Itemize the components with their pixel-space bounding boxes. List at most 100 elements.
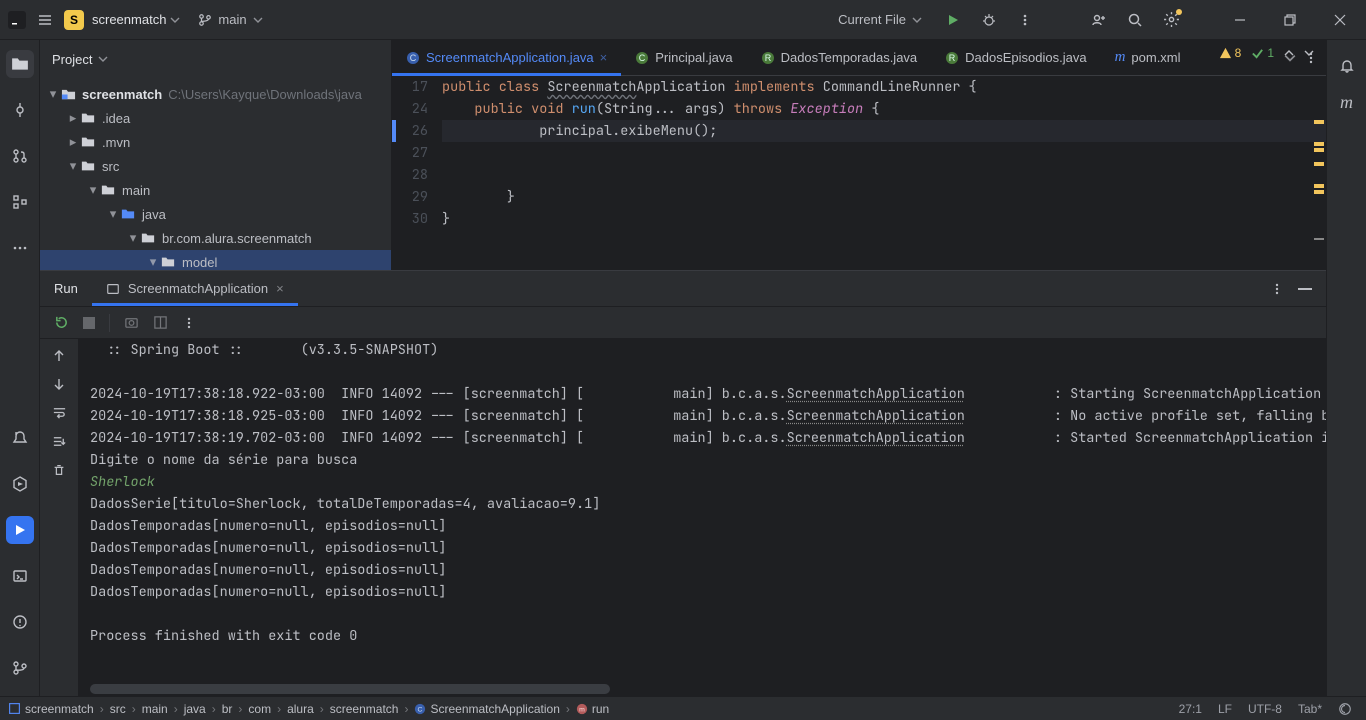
editor-tab[interactable]: R DadosTemporadas.java: [747, 40, 932, 75]
editor-tab[interactable]: C ScreenmatchApplication.java ×: [392, 40, 621, 75]
pull-requests-tool-button[interactable]: [6, 142, 34, 170]
close-tab-icon[interactable]: ×: [600, 50, 608, 65]
scroll-down-button[interactable]: [52, 377, 66, 391]
run-config-label: Current File: [838, 12, 906, 27]
tree-node[interactable]: ▾br.com.alura.screenmatch: [40, 226, 391, 250]
run-config-selector[interactable]: Current File: [832, 10, 928, 29]
right-tool-strip: m: [1326, 40, 1366, 696]
main-menu-button[interactable]: [34, 9, 56, 31]
project-panel-header[interactable]: Project: [40, 40, 391, 78]
scroll-to-end-button[interactable]: [52, 434, 67, 449]
svg-text:C: C: [639, 53, 646, 63]
scroll-up-button[interactable]: [52, 349, 66, 363]
caret-position[interactable]: 27:1: [1179, 702, 1202, 716]
editor-tabs: C ScreenmatchApplication.java × C Princi…: [392, 40, 1326, 76]
tree-label: .mvn: [102, 135, 130, 150]
search-button[interactable]: [1124, 9, 1146, 31]
run-button[interactable]: [942, 9, 964, 31]
editor-tab[interactable]: C Principal.java: [621, 40, 746, 75]
window-minimize-button[interactable]: [1222, 4, 1258, 36]
navigation-bar[interactable]: screenmatch ›src ›main ›java ›br ›com ›a…: [0, 702, 609, 716]
stop-button[interactable]: [83, 317, 95, 329]
more-actions-button[interactable]: [1014, 9, 1036, 31]
tree-node[interactable]: ▾java: [40, 202, 391, 226]
error-stripe[interactable]: [1312, 112, 1326, 270]
tree-node[interactable]: ▸.mvn: [40, 130, 391, 154]
tree-node[interactable]: ▸.idea: [40, 106, 391, 130]
run-more-button[interactable]: [1266, 278, 1288, 300]
crumb-label[interactable]: alura: [287, 702, 314, 716]
line-separator[interactable]: LF: [1218, 702, 1232, 716]
notifications-button[interactable]: [1339, 58, 1355, 74]
hide-run-button[interactable]: [1294, 278, 1316, 300]
crumb-label[interactable]: main: [142, 702, 168, 716]
soft-wrap-button[interactable]: [52, 405, 67, 420]
maven-icon: m: [1115, 49, 1126, 66]
editor-tab[interactable]: R DadosEpisodios.java: [931, 40, 1100, 75]
run-tab[interactable]: ScreenmatchApplication ×: [92, 271, 298, 306]
more-tools-button[interactable]: [6, 234, 34, 262]
project-selector[interactable]: screenmatch: [92, 12, 180, 27]
horizontal-scrollbar[interactable]: [90, 684, 610, 694]
toolbar-more-button[interactable]: [182, 316, 196, 330]
layout-button[interactable]: [153, 315, 168, 330]
console-output[interactable]: :: Spring Boot :: (v3.3.5-SNAPSHOT) 2024…: [78, 339, 1326, 696]
close-run-tab-icon[interactable]: ×: [276, 281, 284, 296]
structure-tool-button[interactable]: [6, 188, 34, 216]
tree-path: C:\Users\Kayque\Downloads\java: [168, 87, 362, 102]
svg-text:m: m: [579, 706, 585, 713]
rerun-button[interactable]: [54, 315, 69, 330]
editor-tab[interactable]: m pom.xml: [1101, 40, 1195, 75]
terminal-tool-button[interactable]: [6, 562, 34, 590]
chevron-up-icon[interactable]: [1284, 48, 1294, 58]
chevron-down-icon: [98, 54, 108, 64]
tree-node-root[interactable]: ▾ screenmatch C:\Users\Kayque\Downloads\…: [40, 82, 391, 106]
tab-label: ScreenmatchApplication.java: [426, 50, 594, 65]
commit-tool-button[interactable]: [6, 96, 34, 124]
project-name-label: screenmatch: [92, 12, 166, 27]
crumb-label[interactable]: br: [222, 702, 233, 716]
code-area[interactable]: 17 24 26 27 28 29 30 public class Screen…: [392, 76, 1326, 270]
run-tool-button[interactable]: [6, 516, 34, 544]
project-tree[interactable]: ▾ screenmatch C:\Users\Kayque\Downloads\…: [40, 78, 391, 270]
project-tool-button[interactable]: [6, 50, 34, 78]
svg-text:C: C: [410, 53, 417, 63]
code-with-me-button[interactable]: [1088, 9, 1110, 31]
file-encoding[interactable]: UTF-8: [1248, 702, 1282, 716]
window-close-button[interactable]: [1322, 4, 1358, 36]
tree-node[interactable]: ▾model: [40, 250, 391, 270]
reader-mode-icon[interactable]: [1338, 702, 1352, 716]
run-side-toolbar: [40, 339, 78, 696]
chevron-down-icon: [170, 15, 180, 25]
clear-button[interactable]: [52, 463, 66, 477]
inspection-widget[interactable]: 8 1: [1219, 46, 1314, 60]
tree-node[interactable]: ▾src: [40, 154, 391, 178]
crumb-label[interactable]: screenmatch: [330, 702, 399, 716]
vcs-tool-button[interactable]: [6, 654, 34, 682]
crumb-label[interactable]: src: [110, 702, 126, 716]
screenshot-button[interactable]: [124, 315, 139, 330]
spring-icon: [106, 282, 120, 296]
services-tool-button[interactable]: [6, 470, 34, 498]
tree-label: model: [182, 255, 217, 270]
debug-button[interactable]: [978, 9, 1000, 31]
problems-tool-button[interactable]: [6, 608, 34, 636]
crumb-label[interactable]: java: [184, 702, 206, 716]
chevron-down-icon[interactable]: [1304, 48, 1314, 58]
tree-label: .idea: [102, 111, 130, 126]
svg-text:C: C: [418, 706, 423, 713]
crumb-label[interactable]: com: [248, 702, 271, 716]
window-restore-button[interactable]: [1272, 4, 1308, 36]
check-icon: [1251, 47, 1264, 60]
class-icon: C: [635, 51, 649, 65]
tree-node[interactable]: ▾main: [40, 178, 391, 202]
indent-info[interactable]: Tab*: [1298, 702, 1322, 716]
project-badge: S: [64, 10, 84, 30]
tab-label: Principal.java: [655, 50, 732, 65]
maven-button[interactable]: m: [1340, 92, 1353, 113]
notifications-tool-button[interactable]: [6, 424, 34, 452]
svg-text:R: R: [764, 53, 771, 63]
settings-button[interactable]: [1160, 9, 1182, 31]
code-body[interactable]: public class ScreenmatchApplication impl…: [442, 76, 1326, 270]
vcs-branch-selector[interactable]: main: [198, 12, 262, 27]
